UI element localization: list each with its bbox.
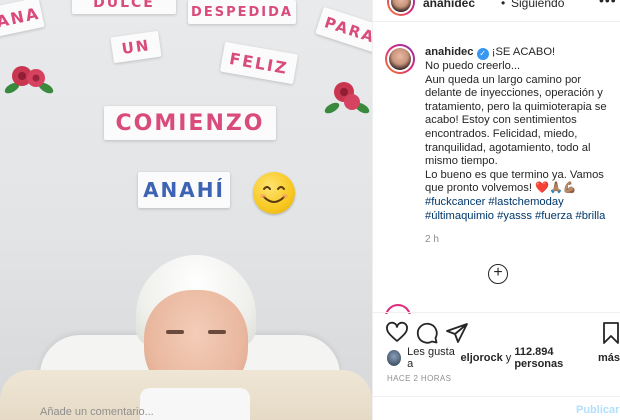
likes-prefix: Les gusta a [407, 346, 455, 370]
caption-line: encontrados. Felicidad, miedo, [425, 127, 578, 140]
hashtag-line[interactable]: #fuckcancer #lastchemoday [425, 196, 615, 210]
caption-username[interactable]: anahidec [425, 46, 474, 58]
eye-right [208, 330, 226, 334]
word-card-ana: ana [0, 0, 45, 37]
word-card-anahi: ANAHÍ [138, 172, 230, 208]
post-caption: anahidec ✓ ¡SE ACABO! No puedo creerlo..… [425, 46, 615, 223]
rose-sticker-right [324, 82, 370, 114]
word-card-para: Para [315, 6, 372, 54]
word-card-despedida: DESPEDIDA [188, 0, 296, 24]
verified-badge-icon: ✓ [476, 48, 489, 60]
word-card-feliz: FELIZ [219, 41, 299, 85]
likes-suffix: más [597, 352, 620, 364]
word-card-dulce: DULCE [72, 0, 176, 14]
bookmark-icon[interactable] [599, 321, 620, 345]
caption-line: tratamiento, pero la quimioterapia se [425, 100, 607, 113]
likes-connector: y [505, 352, 512, 364]
word-card-un: UN [110, 30, 162, 64]
plus-circle-icon[interactable]: + [488, 264, 508, 284]
liker-username[interactable]: eljorock [461, 352, 503, 364]
eye-left [166, 330, 184, 334]
post-side-panel: anahidec • Siguiendo ••• anahidec ✓ ¡SE … [372, 0, 620, 420]
post-timestamp[interactable]: HACE 2 HORAS [387, 374, 451, 383]
caption-line: No puedo creerlo... [425, 60, 521, 72]
more-options-icon[interactable]: ••• [599, 0, 617, 8]
post-header: anahidec • Siguiendo ••• [373, 0, 620, 22]
post-photo[interactable]: ana DULCE DESPEDIDA Para UN FELIZ COMIEN… [0, 0, 372, 420]
header-username[interactable]: anahidec [423, 0, 475, 10]
send-icon[interactable] [445, 321, 469, 345]
likes-summary: Les gusta a eljorock y 112.894 personas … [387, 346, 620, 370]
likes-count[interactable]: 112.894 personas [514, 346, 595, 370]
rose-sticker-left [4, 66, 54, 94]
hashtag-line[interactable]: #últimaquimio #yasss #fuerza #brilla [425, 210, 615, 224]
follow-status-button[interactable]: Siguiendo [511, 0, 564, 10]
caption-avatar[interactable] [385, 44, 415, 74]
header-separator: • [501, 0, 506, 10]
header-avatar[interactable] [387, 0, 415, 16]
caption-line: acabo! Estoy con sentimientos [425, 114, 577, 127]
caption-line: que pronto volvemos! ❤️🙏🏽💪🏽 [425, 182, 577, 195]
caption-line: tranquilidad, agotamiento, todo al [425, 141, 591, 154]
word-card-comienzo: COMIENZO [104, 106, 276, 140]
caption-line: delante de inyecciones, operación y [425, 87, 603, 100]
publish-button[interactable]: Publicar [576, 404, 619, 416]
comment-input[interactable] [40, 404, 200, 420]
comment-icon[interactable] [415, 321, 439, 345]
caption-line: mismo tiempo. [425, 155, 498, 168]
heart-icon[interactable] [385, 321, 409, 345]
caption-line: Aun queda un largo camino por [425, 73, 582, 86]
smiling-face-emoji [253, 172, 295, 214]
caption-line: Lo bueno es que termino ya. Vamos [425, 168, 604, 181]
caption-line: ¡SE ACABO! [491, 46, 556, 58]
caption-time: 2 h [425, 234, 439, 245]
liker-avatar[interactable] [387, 350, 402, 366]
